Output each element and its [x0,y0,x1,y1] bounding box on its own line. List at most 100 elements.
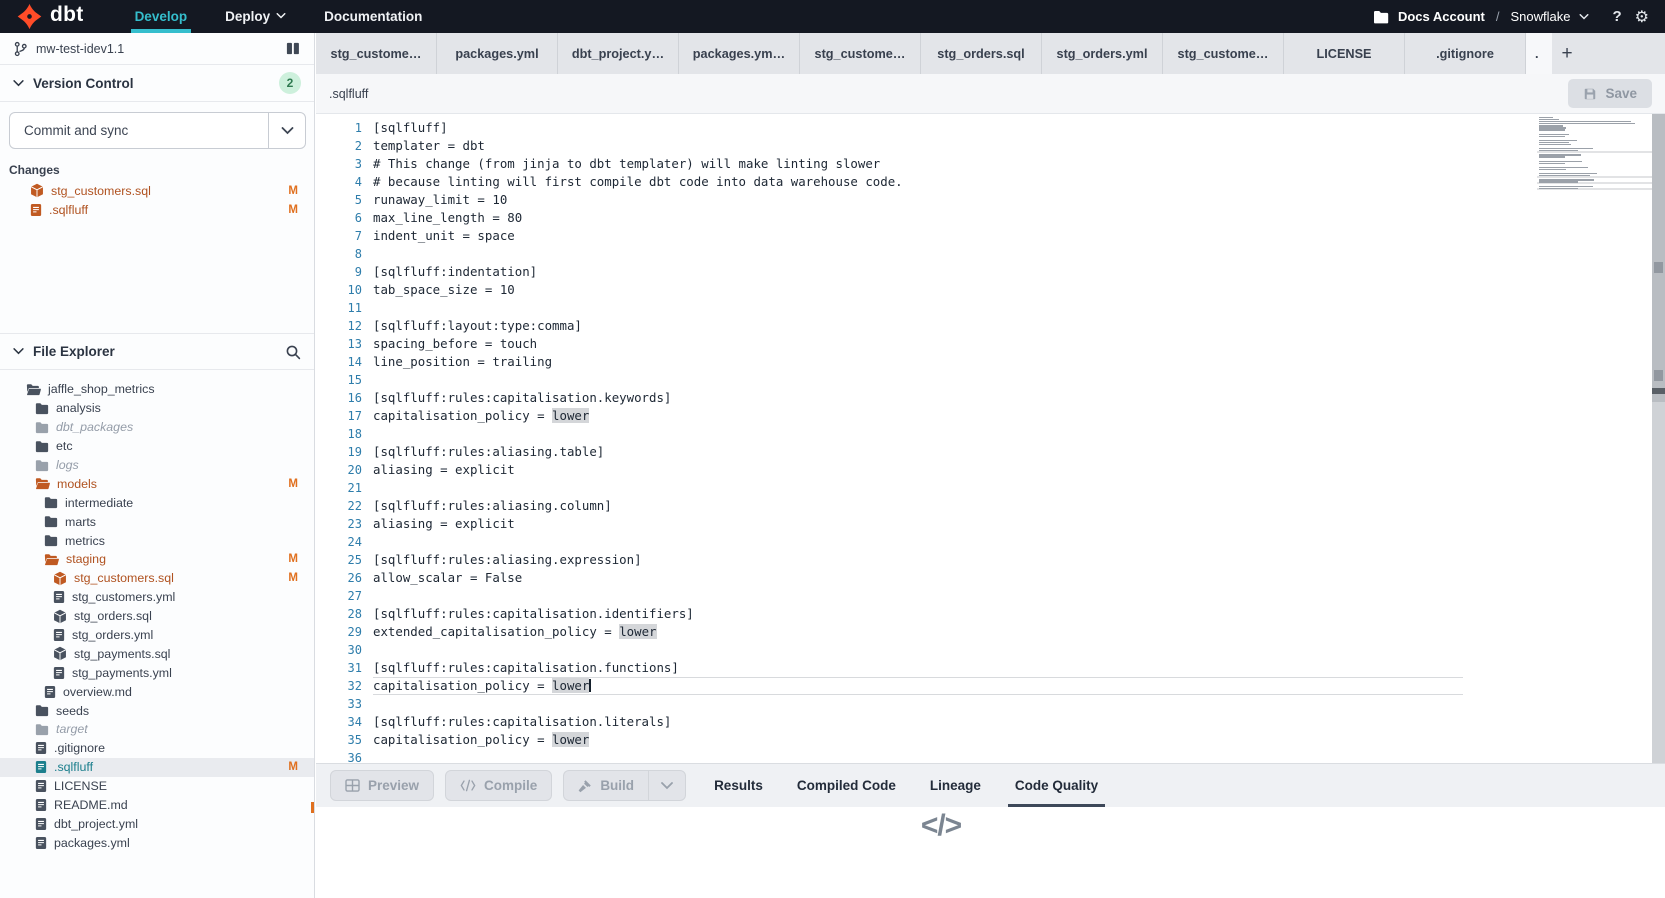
code-line[interactable]: aliasing = explicit [373,461,1463,479]
editor-tab[interactable]: stg_custome… [316,33,437,74]
preview-button[interactable]: Preview [330,770,434,801]
code-line[interactable]: # This change (from jinja to dbt templat… [373,155,1463,173]
tree-item[interactable]: analysis [0,399,314,418]
commit-options-chevron[interactable] [268,113,305,148]
code-line[interactable]: [sqlfluff] [373,119,1463,137]
commit-and-sync-button[interactable]: Commit and sync [9,112,306,149]
tree-item[interactable]: packages.yml [0,833,314,852]
code-line[interactable]: [sqlfluff:indentation] [373,263,1463,281]
editor-tab[interactable]: stg_orders.yml [1042,33,1163,74]
tree-item[interactable]: .sqlfluffM [0,758,314,777]
code-line[interactable]: runaway_limit = 10 [373,191,1463,209]
gear-icon[interactable]: ⚙ [1635,7,1649,27]
tree-item[interactable]: .gitignore [0,739,314,758]
code-line[interactable]: allow_scalar = False [373,569,1463,587]
code-line[interactable]: tab_space_size = 10 [373,281,1463,299]
code-line[interactable]: [sqlfluff:rules:aliasing.expression] [373,551,1463,569]
code-line[interactable]: [sqlfluff:rules:capitalisation.identifie… [373,605,1463,623]
tree-item[interactable]: target [0,720,314,739]
editor-tab[interactable]: stg_custome… [1163,33,1284,74]
tree-item[interactable]: README.md [0,796,314,815]
tree-item[interactable]: stg_customers.sqlM [0,569,314,588]
tree-item[interactable]: stg_payments.sql [0,644,314,663]
code-line[interactable] [373,641,1463,659]
version-control-header[interactable]: Version Control 2 [0,65,314,102]
editor-tab[interactable]: stg_orders.sql [921,33,1042,74]
code-line[interactable]: # because linting will first compile dbt… [373,173,1463,191]
code-line[interactable]: aliasing = explicit [373,515,1463,533]
code-line[interactable] [373,695,1463,713]
code-content[interactable]: [sqlfluff]templater = dbt# This change (… [373,119,1463,763]
code-line[interactable]: line_position = trailing [373,353,1463,371]
code-line[interactable]: max_line_length = 80 [373,209,1463,227]
editor-tab[interactable]: packages.yml [437,33,558,74]
dbt-logo[interactable]: dbt [0,0,100,33]
code-line[interactable]: [sqlfluff:rules:capitalisation.functions… [373,659,1463,677]
editor-tab[interactable]: packages.ym… [679,33,800,74]
build-options-chevron[interactable] [648,770,686,801]
branch-name[interactable]: mw-test-idev1.1 [36,42,124,56]
help-icon[interactable]: ? [1612,8,1621,25]
code-line[interactable]: [sqlfluff:rules:aliasing.table] [373,443,1463,461]
tree-item[interactable]: LICENSE [0,777,314,796]
code-line[interactable] [373,587,1463,605]
code-line[interactable] [373,425,1463,443]
code-line[interactable]: capitalisation_policy = lower [373,731,1463,749]
code-line[interactable]: [sqlfluff:rules:capitalisation.keywords] [373,389,1463,407]
connection-name[interactable]: Snowflake [1511,9,1571,24]
tree-item[interactable]: stg_payments.yml [0,663,314,682]
code-line[interactable]: spacing_before = touch [373,335,1463,353]
minimap[interactable] [1539,117,1651,207]
panel-tab-code-quality[interactable]: Code Quality [1013,764,1100,807]
tree-item[interactable]: stagingM [0,550,314,569]
tree-item[interactable]: modelsM [0,474,314,493]
code-line[interactable] [373,245,1463,263]
code-line[interactable] [373,299,1463,317]
new-tab-button[interactable]: + [1552,33,1582,74]
active-tab-partial[interactable]: . [1526,33,1552,74]
file-explorer-header[interactable]: File Explorer [0,333,314,370]
editor-tab[interactable]: dbt_project.y… [558,33,679,74]
editor-tab[interactable]: stg_custome… [800,33,921,74]
code-line[interactable]: extended_capitalisation_policy = lower [373,623,1463,641]
tree-item[interactable]: overview.md [0,682,314,701]
tree-item[interactable]: seeds [0,701,314,720]
tree-item[interactable]: stg_customers.yml [0,588,314,607]
build-button[interactable]: Build [563,770,648,801]
tree-item[interactable]: etc [0,437,314,456]
code-line[interactable]: [sqlfluff:layout:type:comma] [373,317,1463,335]
editor-scrollbar[interactable] [1652,114,1665,763]
code-line[interactable]: capitalisation_policy = lower [373,407,1463,425]
code-line[interactable]: [sqlfluff:rules:aliasing.column] [373,497,1463,515]
scrollbar-thumb[interactable] [1652,114,1665,402]
panels-icon[interactable] [285,41,301,56]
tree-item[interactable]: logs [0,456,314,475]
code-line[interactable] [373,371,1463,389]
tree-item[interactable]: dbt_project.yml [0,814,314,833]
panel-tab-lineage[interactable]: Lineage [928,764,983,807]
code-line[interactable]: indent_unit = space [373,227,1463,245]
compile-button[interactable]: Compile [445,770,552,801]
nav-item-develop[interactable]: Develop [131,0,192,33]
tree-item[interactable]: intermediate [0,493,314,512]
tree-item[interactable]: metrics [0,531,314,550]
panel-tab-compiled-code[interactable]: Compiled Code [795,764,898,807]
code-line[interactable]: templater = dbt [373,137,1463,155]
editor-tab[interactable]: .gitignore [1405,33,1526,74]
tree-item[interactable]: stg_orders.sql [0,607,314,626]
code-line[interactable]: capitalisation_policy = lower [373,677,1463,695]
tree-item[interactable]: marts [0,512,314,531]
tree-item[interactable]: dbt_packages [0,418,314,437]
editor-tab[interactable]: LICENSE [1284,33,1405,74]
panel-tab-results[interactable]: Results [712,764,765,807]
code-editor[interactable]: 1234567891011121314151617181920212223242… [316,114,1665,763]
save-button[interactable]: Save [1568,79,1652,108]
code-line[interactable] [373,533,1463,551]
nav-item-documentation[interactable]: Documentation [320,0,426,33]
tree-item[interactable]: stg_orders.yml [0,626,314,645]
account-name[interactable]: Docs Account [1398,9,1485,24]
change-item[interactable]: stg_customers.sqlM [0,181,314,200]
nav-item-deploy[interactable]: Deploy [221,0,290,33]
change-item[interactable]: .sqlfluffM [0,200,314,219]
code-line[interactable]: [sqlfluff:rules:capitalisation.literals] [373,713,1463,731]
